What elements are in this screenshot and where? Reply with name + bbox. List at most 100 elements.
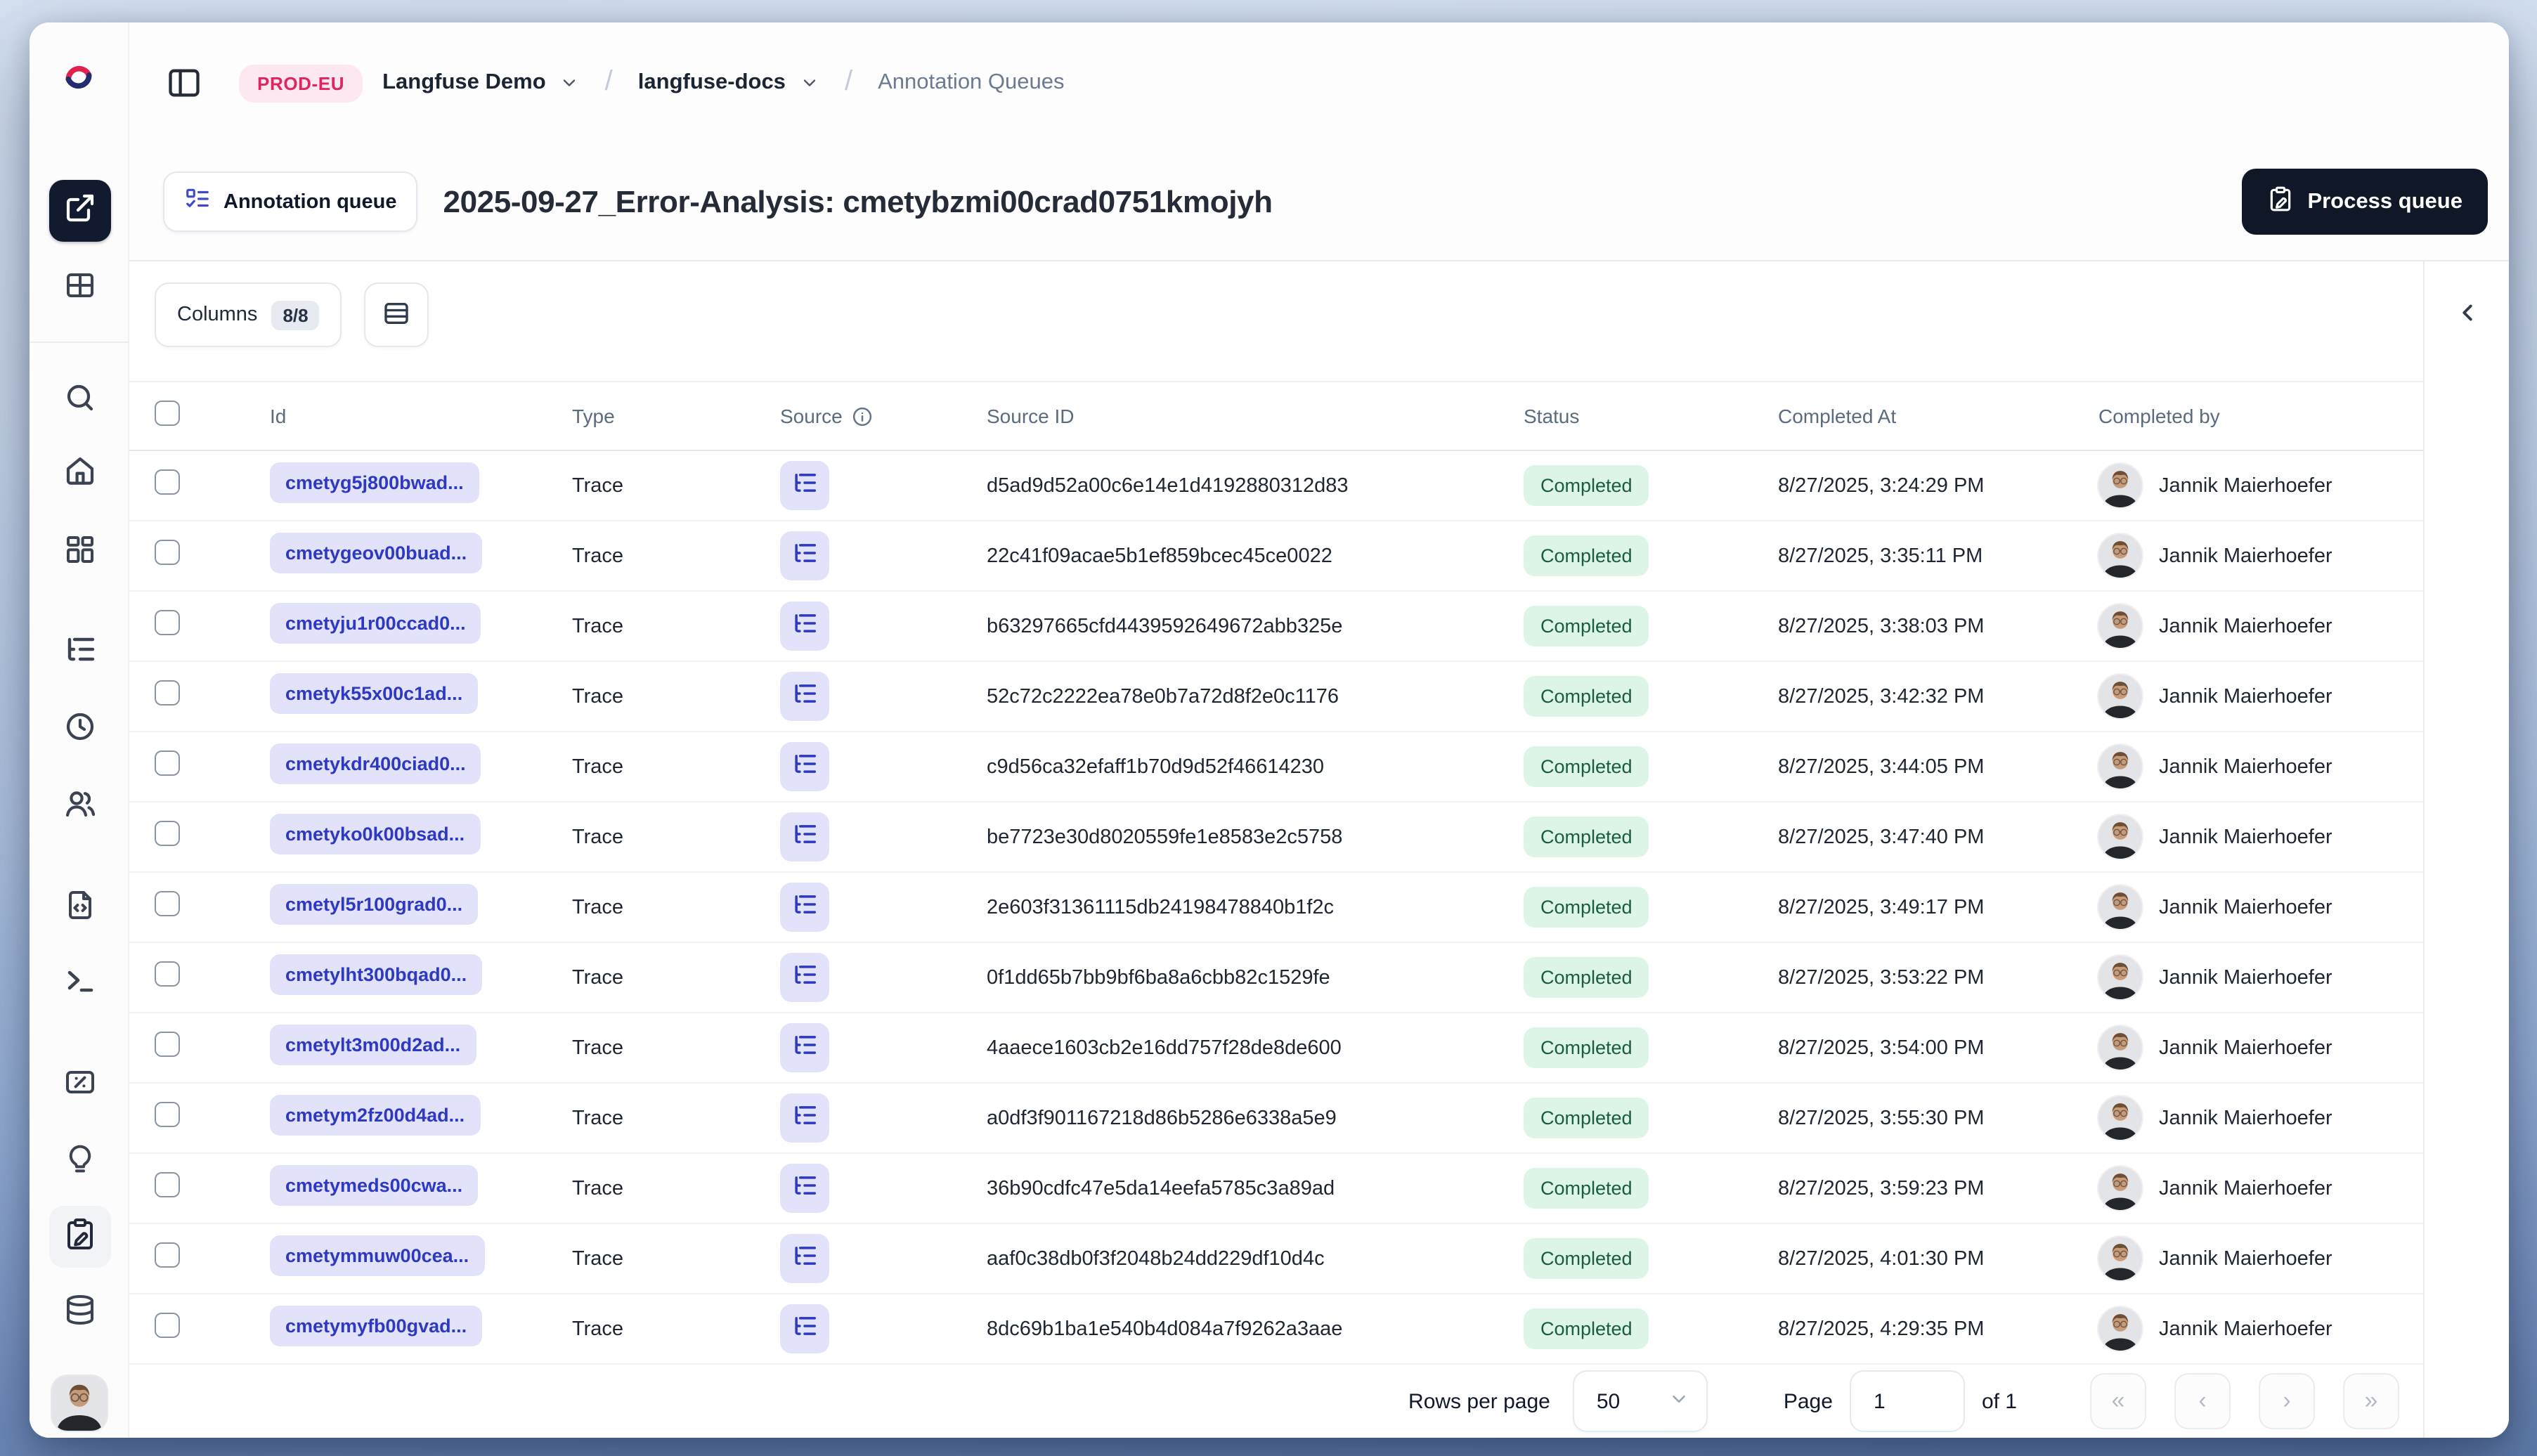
row-checkbox[interactable] — [155, 1032, 180, 1057]
row-id-badge[interactable]: cmetyl5r100grad0... — [270, 883, 479, 924]
row-checkbox[interactable] — [155, 1102, 180, 1127]
trace-source-button[interactable] — [780, 1234, 829, 1283]
table-row[interactable]: cmetylt3m00d2ad... Trace 4aaece1603cb2e1… — [129, 1013, 2423, 1084]
sidebar-toggle-icon[interactable] — [166, 65, 202, 101]
row-checkbox[interactable] — [155, 1172, 180, 1197]
trace-source-button[interactable] — [780, 812, 829, 862]
last-page-button[interactable]: » — [2343, 1373, 2399, 1429]
row-checkbox[interactable] — [155, 961, 180, 987]
columns-count-badge: 8/8 — [271, 300, 320, 330]
user-avatar[interactable] — [52, 1376, 107, 1431]
trace-source-button[interactable] — [780, 1093, 829, 1143]
column-header-status[interactable]: Status — [1524, 405, 1778, 427]
first-page-button[interactable]: « — [2090, 1373, 2146, 1429]
row-id-badge[interactable]: cmetymeds00cwa... — [270, 1164, 479, 1205]
table-row[interactable]: cmetymyfb00gvad... Trace 8dc69b1ba1e540b… — [129, 1294, 2423, 1365]
column-header-source[interactable]: Source — [780, 405, 987, 427]
breadcrumb-page: Annotation Queues — [878, 70, 1065, 94]
column-header-id[interactable]: Id — [270, 405, 572, 427]
collapse-panel-button[interactable] — [2444, 292, 2489, 337]
status-badge: Completed — [1524, 1238, 1649, 1279]
open-in-new-button[interactable] — [48, 180, 110, 242]
trace-source-button[interactable] — [780, 742, 829, 791]
trace-source-button[interactable] — [780, 1304, 829, 1353]
row-id-badge[interactable]: cmetylt3m00d2ad... — [270, 1024, 476, 1065]
row-id-badge[interactable]: cmetyju1r00ccad0... — [270, 602, 481, 643]
column-header-completed-by[interactable]: Completed by — [2098, 405, 2423, 427]
table-row[interactable]: cmetyko0k00bsad... Trace be7723e30d80205… — [129, 802, 2423, 873]
row-checkbox[interactable] — [155, 891, 180, 916]
status-badge: Completed — [1524, 465, 1649, 506]
row-checkbox[interactable] — [155, 469, 180, 495]
trace-source-button[interactable] — [780, 602, 829, 651]
sidebar-item-datasets[interactable] — [48, 1282, 110, 1344]
sidebar-item-playground[interactable] — [48, 953, 110, 1015]
sidebar-item-insights[interactable] — [48, 1131, 110, 1193]
previous-page-button[interactable]: ‹ — [2174, 1373, 2231, 1429]
table-row[interactable]: cmetykdr400ciad0... Trace c9d56ca32efaff… — [129, 732, 2423, 802]
row-checkbox[interactable] — [155, 680, 180, 706]
sidebar-item-prompts[interactable] — [48, 877, 110, 939]
row-id-badge[interactable]: cmetymyfb00gvad... — [270, 1305, 483, 1346]
sidebar-item-dashboards[interactable] — [48, 521, 110, 583]
sidebar-item-evaluation[interactable] — [48, 1054, 110, 1116]
table-row[interactable]: cmetyju1r00ccad0... Trace b63297665cfd44… — [129, 592, 2423, 662]
chevron-down-icon[interactable] — [560, 73, 580, 93]
sidebar-rail — [30, 22, 129, 1438]
trace-source-button[interactable] — [780, 953, 829, 1002]
row-completed-by: Jannik Maierhoefer — [2159, 896, 2332, 918]
row-id-badge[interactable]: cmetymmuw00cea... — [270, 1235, 485, 1275]
row-id-badge[interactable]: cmetykdr400ciad0... — [270, 743, 481, 784]
trace-source-button[interactable] — [780, 672, 829, 721]
row-checkbox[interactable] — [155, 750, 180, 776]
breadcrumb-org[interactable]: Langfuse Demo — [382, 70, 546, 96]
table-row[interactable]: cmetylht300bqad0... Trace 0f1dd65b7bb9bf… — [129, 943, 2423, 1013]
row-id-badge[interactable]: cmetylht300bqad0... — [270, 954, 483, 994]
trace-source-button[interactable] — [780, 883, 829, 932]
process-queue-button[interactable]: Process queue — [2241, 169, 2488, 235]
row-id-badge[interactable]: cmetyk55x00c1ad... — [270, 672, 479, 713]
rows-per-page-select[interactable]: 50 — [1572, 1370, 1708, 1432]
select-all-checkbox[interactable] — [155, 400, 180, 425]
chevron-down-icon[interactable] — [800, 73, 819, 93]
sidebar-item-users[interactable] — [48, 776, 110, 838]
column-header-type[interactable]: Type — [572, 405, 780, 427]
trace-source-button[interactable] — [780, 531, 829, 580]
desktop: PROD-EU Langfuse Demo / langfuse-docs / … — [0, 0, 2537, 1456]
row-height-button[interactable] — [364, 282, 429, 347]
column-header-completed-at[interactable]: Completed At — [1778, 405, 2098, 427]
columns-button[interactable]: Columns 8/8 — [155, 282, 342, 347]
table-row[interactable]: cmetymeds00cwa... Trace 36b90cdfc47e5da1… — [129, 1154, 2423, 1224]
row-checkbox[interactable] — [155, 821, 180, 846]
row-id-badge[interactable]: cmetyg5j800bwad... — [270, 462, 479, 502]
row-checkbox[interactable] — [155, 540, 180, 565]
table-row[interactable]: cmetym2fz00d4ad... Trace a0df3f901167218… — [129, 1084, 2423, 1154]
breadcrumb-project[interactable]: langfuse-docs — [638, 70, 786, 96]
sidebar-item-traces[interactable] — [48, 621, 110, 683]
row-checkbox[interactable] — [155, 1242, 180, 1268]
row-id-badge[interactable]: cmetym2fz00d4ad... — [270, 1094, 481, 1135]
row-checkbox[interactable] — [155, 1313, 180, 1338]
row-id-badge[interactable]: cmetygeov00buad... — [270, 532, 483, 573]
trace-source-button[interactable] — [780, 461, 829, 510]
sidebar-item-annotation-queues[interactable] — [48, 1206, 110, 1268]
next-page-button[interactable]: › — [2259, 1373, 2315, 1429]
avatar — [2098, 815, 2142, 859]
table-row[interactable]: cmetyk55x00c1ad... Trace 52c72c2222ea78e… — [129, 662, 2423, 732]
sidebar-item-tables[interactable] — [48, 257, 110, 319]
page-input[interactable] — [1849, 1370, 1965, 1432]
trace-source-button[interactable] — [780, 1164, 829, 1213]
table-row[interactable]: cmetymmuw00cea... Trace aaf0c38db0f3f204… — [129, 1224, 2423, 1294]
table-row[interactable]: cmetygeov00buad... Trace 22c41f09acae5b1… — [129, 521, 2423, 592]
row-checkbox[interactable] — [155, 610, 180, 635]
table-row[interactable]: cmetyl5r100grad0... Trace 2e603f31361115… — [129, 873, 2423, 943]
sidebar-item-sessions[interactable] — [48, 698, 110, 760]
column-header-source-id[interactable]: Source ID — [987, 405, 1524, 427]
row-id-badge[interactable]: cmetyko0k00bsad... — [270, 813, 481, 854]
row-completed-at: 8/27/2025, 3:53:22 PM — [1778, 966, 1985, 989]
database-icon — [63, 1292, 96, 1333]
trace-source-button[interactable] — [780, 1023, 829, 1072]
table-row[interactable]: cmetyg5j800bwad... Trace d5ad9d52a00c6e1… — [129, 451, 2423, 521]
sidebar-item-home[interactable] — [48, 443, 110, 505]
sidebar-item-search[interactable] — [48, 370, 110, 431]
